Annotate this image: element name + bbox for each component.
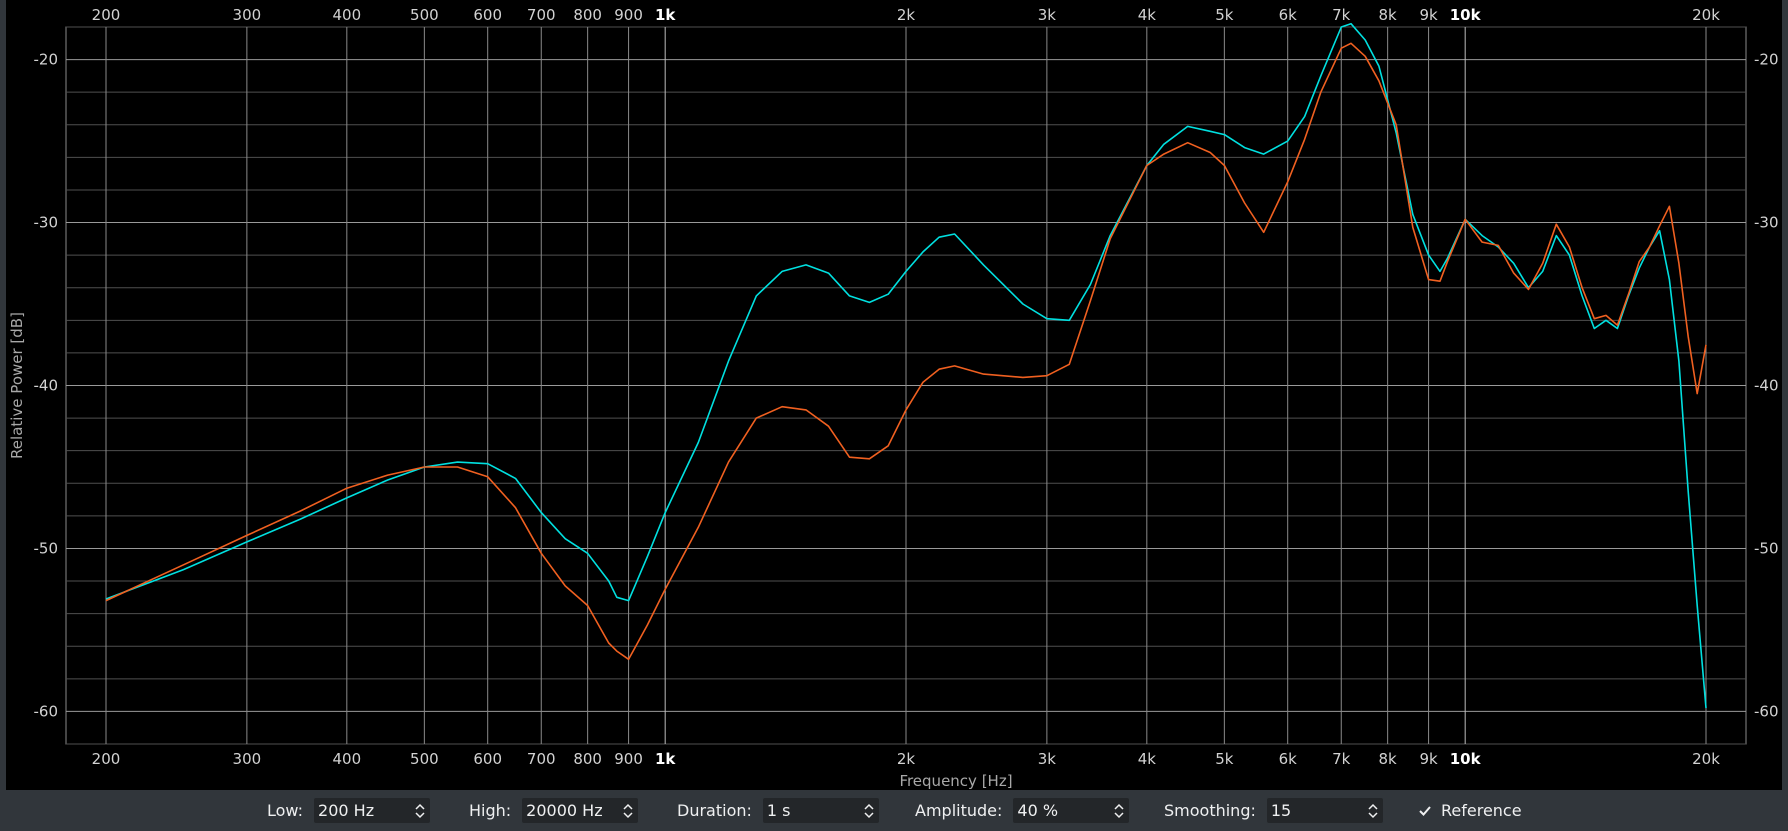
x-tick-label: 600	[473, 6, 502, 24]
x-tick-label: 700	[527, 750, 556, 768]
x-tick-label: 2k	[897, 6, 916, 24]
spin-arrows-icon[interactable]	[621, 800, 635, 822]
x-tick-label: 4k	[1138, 750, 1157, 768]
x-tick-label: 10k	[1450, 6, 1482, 24]
x-tick-label: 900	[614, 750, 643, 768]
high-control: High: 20000 Hz	[469, 790, 640, 831]
y-tick-label: -60	[1754, 702, 1779, 720]
x-tick-label: 300	[233, 750, 262, 768]
y-tick-label: -40	[34, 377, 59, 395]
x-tick-label: 3k	[1038, 6, 1057, 24]
high-spinbox[interactable]: 20000 Hz	[521, 797, 640, 824]
y-tick-label: -20	[34, 51, 59, 69]
x-tick-label: 500	[410, 750, 439, 768]
y-axis-label: Relative Power [dB]	[8, 312, 26, 459]
plot-area: 200 200 300 300 400 400 500 500 600 600 700 700 800 8…	[6, 0, 1782, 790]
frequency-response-chart: 200 200 300 300 400 400 500 500 600 600 700 700 800 8…	[8, 6, 1779, 790]
x-tick-label: 400	[333, 750, 362, 768]
y-tick-label: -30	[1754, 214, 1779, 232]
x-tick-label: 400	[333, 6, 362, 24]
x-tick-label: 10k	[1450, 750, 1482, 768]
checkmark-icon[interactable]	[1417, 803, 1433, 819]
duration-control: Duration: 1 s	[677, 790, 880, 831]
x-axis-label: Frequency [Hz]	[899, 772, 1012, 790]
x-tick-label: 200	[92, 750, 121, 768]
low-spinbox[interactable]: 200 Hz	[313, 797, 432, 824]
smoothing-value: 15	[1270, 801, 1292, 820]
x-tick-label: 5k	[1215, 750, 1234, 768]
duration-label: Duration:	[677, 801, 752, 820]
x-tick-label: 800	[573, 750, 602, 768]
x-tick-label: 3k	[1038, 750, 1057, 768]
smoothing-control: Smoothing: 15	[1164, 790, 1384, 831]
spin-arrows-icon[interactable]	[1366, 800, 1380, 822]
x-tick-label: 7k	[1332, 750, 1351, 768]
y-tick-label: -50	[34, 539, 59, 557]
x-tick-label: 700	[527, 6, 556, 24]
x-tick-label: 6k	[1279, 750, 1298, 768]
y-tick-label: -40	[1754, 377, 1779, 395]
x-tick-label: 7k	[1332, 6, 1351, 24]
y-tick-label: -20	[1754, 51, 1779, 69]
x-tick-label: 1k	[655, 6, 676, 24]
low-label: Low:	[267, 801, 304, 820]
reference-label: Reference	[1441, 801, 1522, 820]
x-tick-label: 300	[233, 6, 262, 24]
control-bar: Low: 200 Hz High: 20000 Hz Duration: 1 s…	[0, 790, 1788, 831]
x-tick-label: 2k	[897, 750, 916, 768]
amplitude-value: 40 %	[1017, 801, 1059, 820]
amplitude-control: Amplitude: 40 %	[915, 790, 1131, 831]
x-tick-label: 5k	[1215, 6, 1234, 24]
high-label: High:	[469, 801, 512, 820]
x-tick-label: 9k	[1419, 6, 1438, 24]
duration-spinbox[interactable]: 1 s	[761, 797, 880, 824]
y-tick-label: -50	[1754, 539, 1779, 557]
x-tick-label: 8k	[1379, 6, 1398, 24]
spin-arrows-icon[interactable]	[413, 800, 427, 822]
y-tick-label: -30	[34, 214, 59, 232]
x-tick-label: 800	[573, 6, 602, 24]
spin-arrows-icon[interactable]	[862, 800, 876, 822]
low-value: 200 Hz	[318, 801, 375, 820]
x-tick-label: 1k	[655, 750, 676, 768]
x-tick-label: 200	[92, 6, 121, 24]
y-tick-label: -60	[34, 702, 59, 720]
x-tick-label: 6k	[1279, 6, 1298, 24]
x-tick-label: 9k	[1419, 750, 1438, 768]
x-tick-label: 20k	[1692, 750, 1720, 768]
x-tick-label: 900	[614, 6, 643, 24]
x-tick-label: 600	[473, 750, 502, 768]
low-control: Low: 200 Hz	[267, 790, 432, 831]
spin-arrows-icon[interactable]	[1112, 800, 1126, 822]
high-value: 20000 Hz	[526, 801, 603, 820]
amplitude-spinbox[interactable]: 40 %	[1012, 797, 1131, 824]
duration-value: 1 s	[766, 801, 791, 820]
x-tick-label: 4k	[1138, 6, 1157, 24]
x-tick-label: 8k	[1379, 750, 1398, 768]
x-tick-label: 500	[410, 6, 439, 24]
smoothing-spinbox[interactable]: 15	[1265, 797, 1384, 824]
x-tick-label: 20k	[1692, 6, 1720, 24]
amplitude-label: Amplitude:	[915, 801, 1003, 820]
smoothing-label: Smoothing:	[1164, 801, 1256, 820]
reference-checkbox[interactable]: Reference	[1417, 790, 1532, 831]
